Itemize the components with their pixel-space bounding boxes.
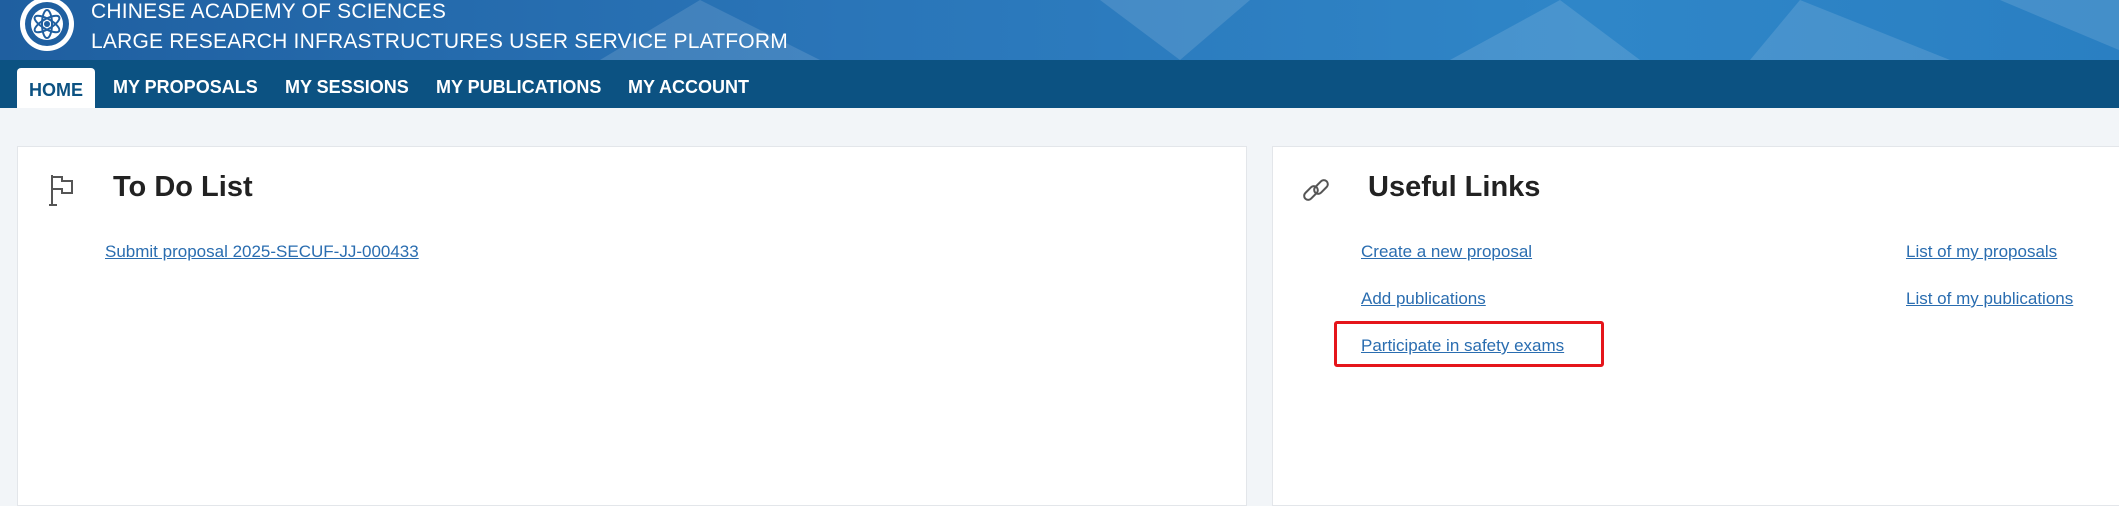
nav-my-publications[interactable]: MY PUBLICATIONS bbox=[436, 60, 601, 108]
flag-icon bbox=[49, 175, 73, 206]
todo-title: To Do List bbox=[113, 171, 253, 203]
nav-my-sessions[interactable]: MY SESSIONS bbox=[285, 60, 409, 108]
nav-home[interactable]: HOME bbox=[17, 68, 95, 108]
list-my-publications-link[interactable]: List of my publications bbox=[1906, 289, 2073, 309]
list-my-proposals-link[interactable]: List of my proposals bbox=[1906, 242, 2057, 262]
todo-panel: To Do List Submit proposal 2025-SECUF-JJ… bbox=[17, 146, 1247, 506]
add-publications-link[interactable]: Add publications bbox=[1361, 289, 1486, 309]
site-header: CHINESE ACADEMY OF SCIENCES LARGE RESEAR… bbox=[0, 0, 2119, 60]
main-nav: HOME MY PROPOSALS MY SESSIONS MY PUBLICA… bbox=[0, 60, 2119, 108]
create-proposal-link[interactable]: Create a new proposal bbox=[1361, 242, 1532, 262]
highlight-box bbox=[1334, 321, 1604, 367]
useful-links-title: Useful Links bbox=[1368, 171, 1541, 203]
todo-item-link[interactable]: Submit proposal 2025-SECUF-JJ-000433 bbox=[105, 242, 419, 262]
org-name: CHINESE ACADEMY OF SCIENCES bbox=[91, 0, 447, 23]
link-icon bbox=[1303, 179, 1329, 201]
header-text: CHINESE ACADEMY OF SCIENCES LARGE RESEAR… bbox=[91, 0, 788, 57]
cas-logo bbox=[20, 0, 74, 51]
nav-my-proposals[interactable]: MY PROPOSALS bbox=[113, 60, 258, 108]
platform-name: LARGE RESEARCH INFRASTRUCTURES USER SERV… bbox=[91, 30, 788, 53]
nav-my-account[interactable]: MY ACCOUNT bbox=[628, 60, 749, 108]
